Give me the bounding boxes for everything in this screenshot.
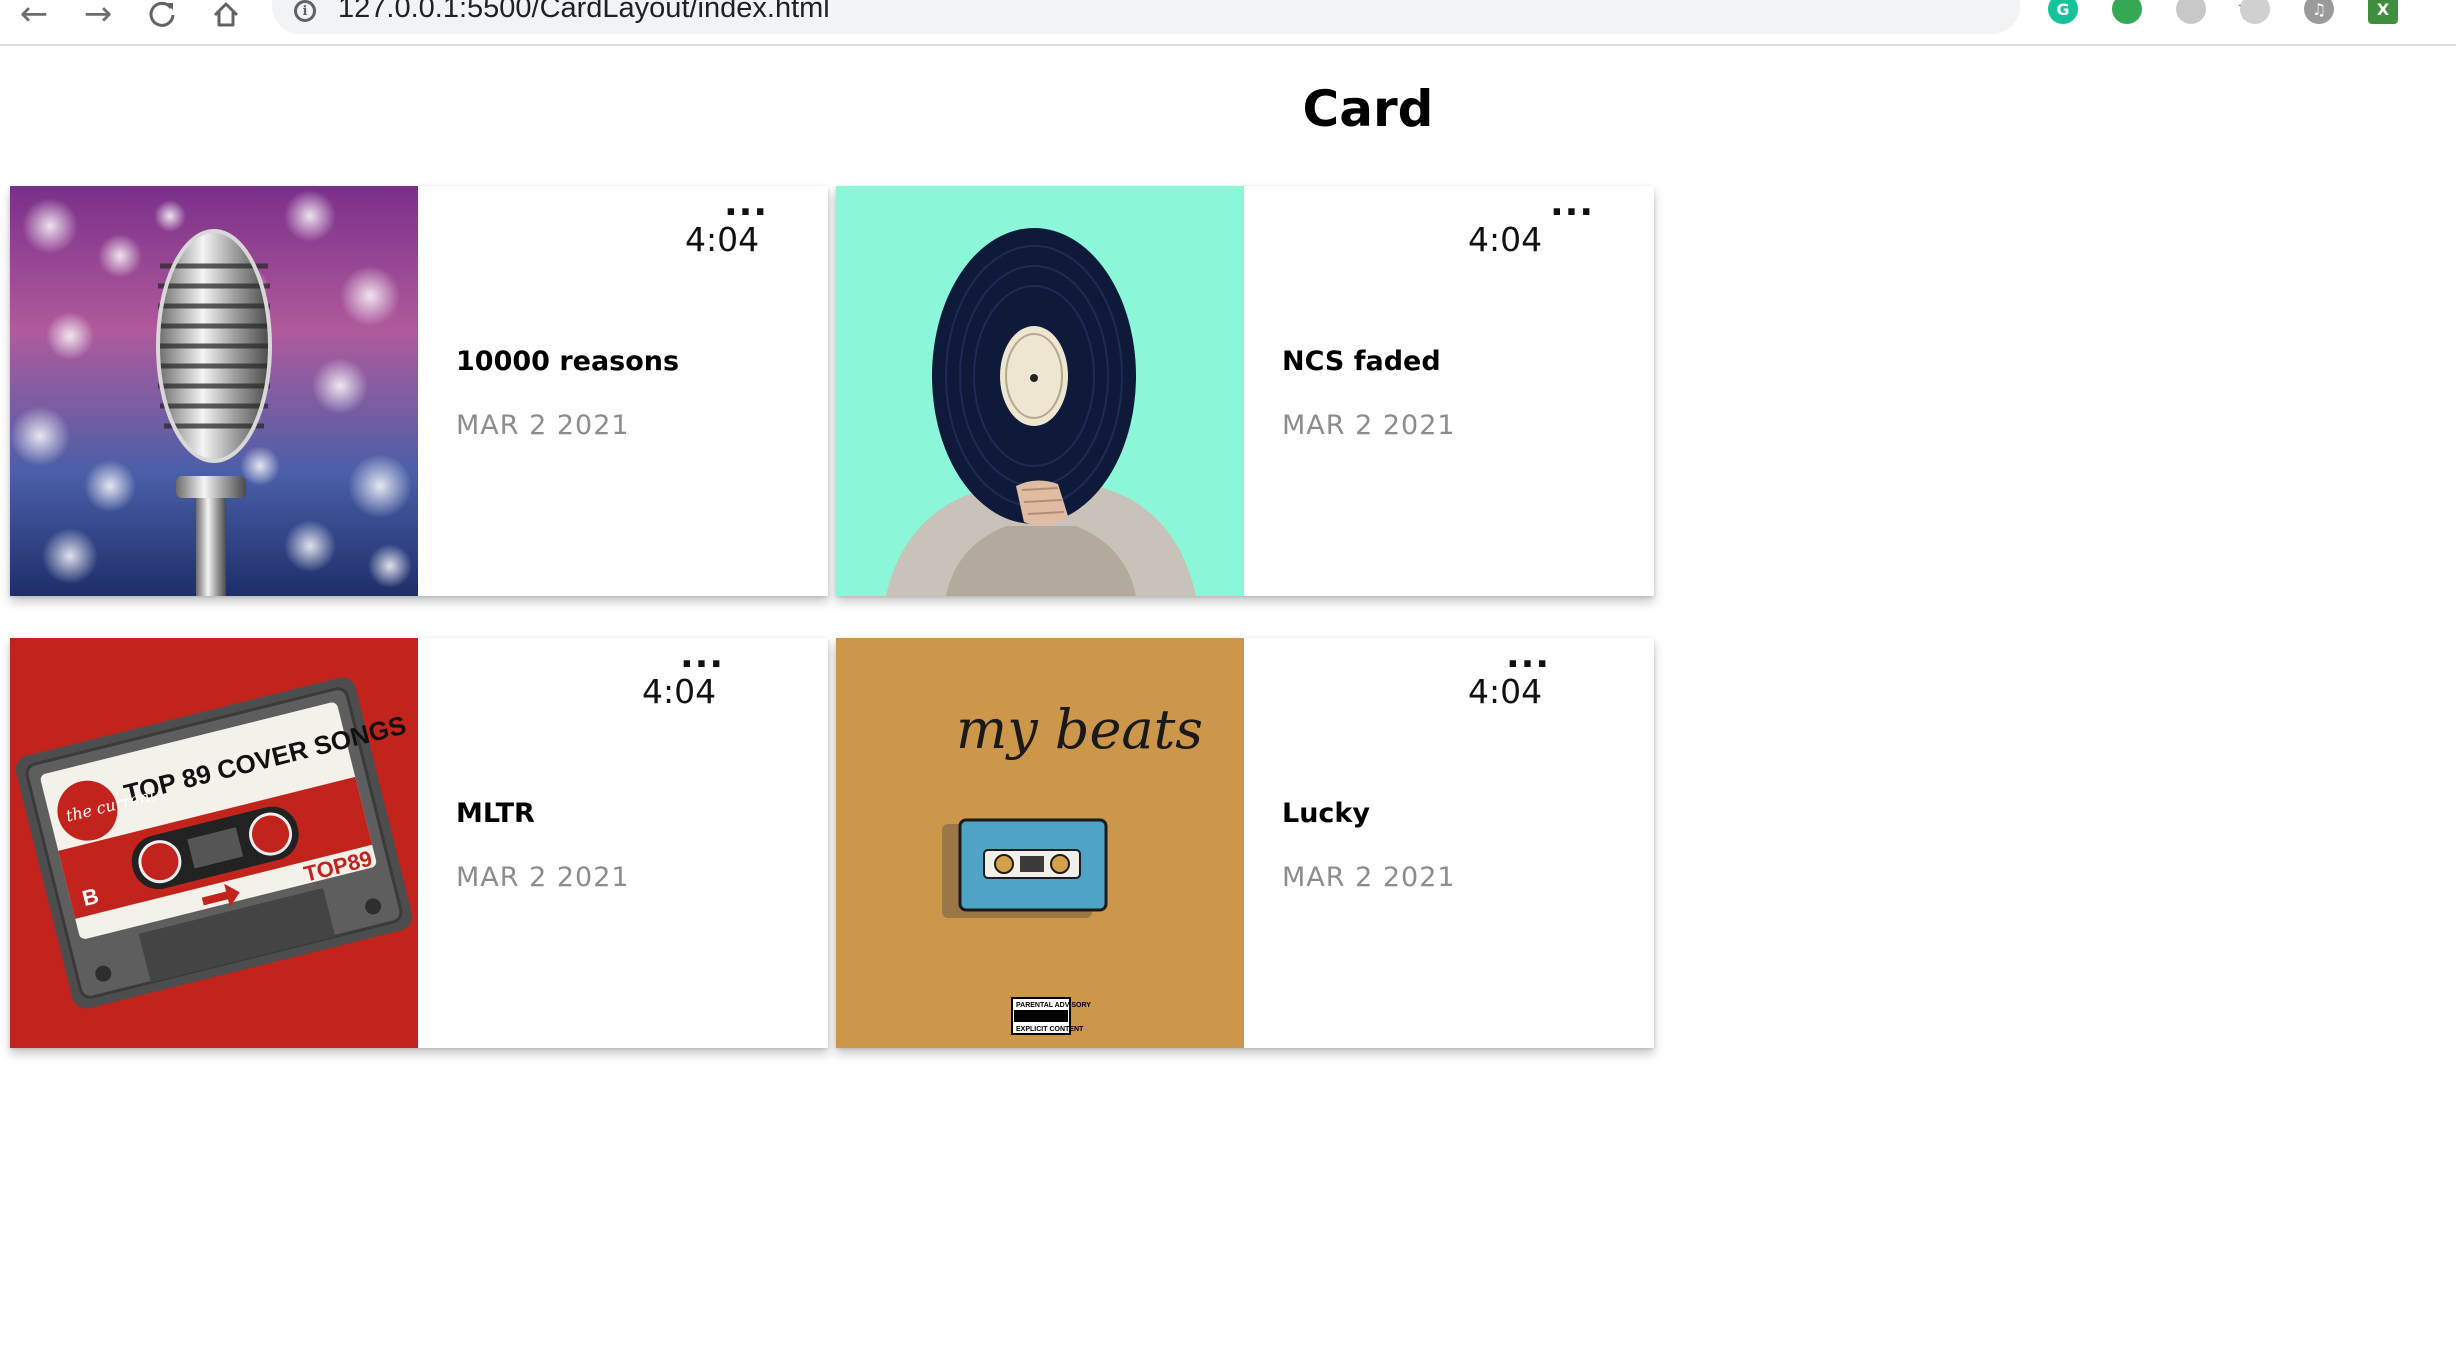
page-title: Card: [1302, 80, 1434, 138]
svg-text:PARENTAL ADVISORY: PARENTAL ADVISORY: [1016, 1002, 1091, 1009]
address-bar[interactable]: i 127.0.0.1:5500/CardLayout/index.html ☆: [272, 0, 2265, 34]
green-chat-extension-icon[interactable]: [2112, 0, 2142, 24]
microphone-cover-image: [10, 186, 418, 596]
music-extension-icon[interactable]: ♫: [2304, 0, 2334, 24]
song-date: MAR 2 2021: [456, 410, 630, 441]
song-title: Lucky: [1282, 798, 1370, 829]
song-duration: 4:04: [1468, 672, 1543, 711]
target-extension-icon[interactable]: [2240, 0, 2270, 24]
song-card[interactable]: TOP 89 COVER SONGS the current B TOP89 .…: [10, 638, 828, 1048]
song-duration: 4:04: [642, 672, 717, 711]
song-duration: 4:04: [1468, 220, 1543, 259]
song-card[interactable]: ... 4:04 10000 reasons MAR 2 2021: [10, 186, 828, 596]
site-info-icon[interactable]: i: [294, 0, 316, 22]
song-title: 10000 reasons: [456, 346, 680, 377]
song-title: NCS faded: [1282, 346, 1441, 377]
vinyl-record-cover-image: [836, 186, 1244, 596]
react-extension-icon[interactable]: [2176, 0, 2206, 24]
reload-icon[interactable]: [142, 0, 182, 32]
more-options-icon[interactable]: ...: [1550, 186, 1594, 222]
more-options-icon[interactable]: ...: [724, 186, 768, 222]
grammarly-extension-icon[interactable]: G: [2048, 0, 2078, 24]
svg-text:EXPLICIT CONTENT: EXPLICIT CONTENT: [1016, 1026, 1084, 1033]
home-icon[interactable]: [206, 0, 246, 32]
song-duration: 4:04: [685, 220, 760, 259]
song-date: MAR 2 2021: [1282, 410, 1456, 441]
url-text[interactable]: 127.0.0.1:5500/CardLayout/index.html: [338, 0, 830, 25]
song-card[interactable]: my beats PARENTAL ADVISORY EXPLICIT CONT…: [836, 638, 1654, 1048]
song-date: MAR 2 2021: [1282, 862, 1456, 893]
back-arrow-icon[interactable]: ←: [14, 0, 54, 32]
my-beats-cover-image: my beats PARENTAL ADVISORY EXPLICIT CONT…: [836, 638, 1244, 1048]
song-title: MLTR: [456, 798, 535, 829]
forward-arrow-icon[interactable]: →: [78, 0, 118, 32]
more-options-icon[interactable]: ...: [680, 638, 724, 674]
svg-text:my beats: my beats: [956, 698, 1203, 761]
song-date: MAR 2 2021: [456, 862, 630, 893]
browser-toolbar: ← → i 127.0.0.1:5500/CardLayout/index.ht…: [0, 0, 2456, 46]
more-options-icon[interactable]: ...: [1506, 638, 1550, 674]
x-extension-icon[interactable]: X: [2368, 0, 2398, 24]
song-card[interactable]: ... 4:04 NCS faded MAR 2 2021: [836, 186, 1654, 596]
cassette-top-89-cover-image: TOP 89 COVER SONGS the current B TOP89: [10, 638, 418, 1048]
